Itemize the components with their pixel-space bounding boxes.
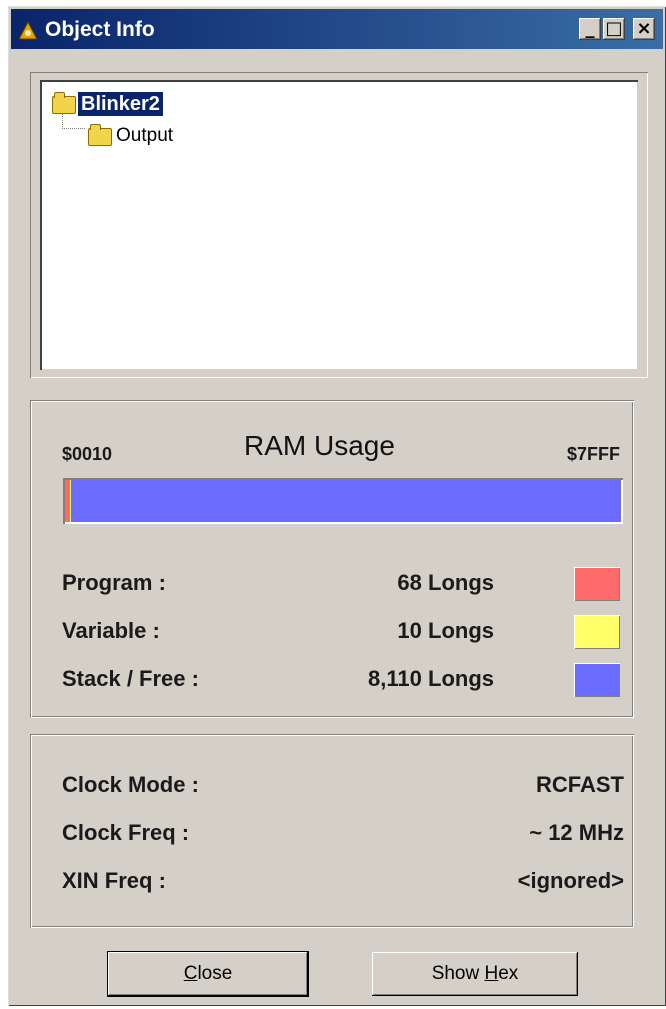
start-address: $0010 xyxy=(62,444,113,464)
clock-panel: Clock Mode : RCFAST Clock Freq : ~ 12 MH… xyxy=(30,734,634,928)
program-label: Program : xyxy=(62,570,166,595)
close-window-button[interactable]: × xyxy=(633,18,655,40)
window-title: Object Info xyxy=(45,18,155,41)
clock-freq-value: ~ 12 MHz xyxy=(529,820,624,845)
object-info-window: Object Info _ □ × Blinker2 Output $0010 … xyxy=(8,6,666,1006)
stack-free-value: 8,110 Longs xyxy=(368,666,494,691)
stack-free-label: Stack / Free : xyxy=(62,666,199,691)
object-tree-panel: Blinker2 Output xyxy=(30,72,648,378)
end-address: $7FFF xyxy=(566,444,620,464)
title-bar[interactable]: Object Info _ □ × xyxy=(11,9,663,49)
maximize-button[interactable]: □ xyxy=(603,18,625,40)
ram-usage-bar xyxy=(63,478,623,524)
xin-freq-value: <ignored> xyxy=(517,868,624,893)
close-button[interactable]: Close xyxy=(108,952,308,996)
program-value: 68 Longs xyxy=(397,570,494,595)
program-color-swatch xyxy=(574,567,620,601)
xin-freq-label: XIN Freq : xyxy=(62,868,166,893)
clock-freq-label: Clock Freq : xyxy=(62,820,190,845)
tree-connector xyxy=(62,114,85,129)
ram-usage-panel: $0010 RAM Usage $7FFF Program : 68 Longs… xyxy=(30,400,634,718)
clock-mode-value: RCFAST xyxy=(536,772,624,797)
folder-icon xyxy=(52,92,76,114)
show-hex-button[interactable]: Show Hex xyxy=(372,952,578,996)
tree-node-child[interactable]: Output xyxy=(116,124,173,148)
tree-node-root[interactable]: Blinker2 xyxy=(78,92,163,116)
minimize-button[interactable]: _ xyxy=(579,18,601,40)
stack-free-color-swatch xyxy=(574,663,620,697)
clock-mode-label: Clock Mode : xyxy=(62,772,199,797)
variable-label: Variable : xyxy=(62,618,160,643)
variable-segment xyxy=(70,480,71,522)
close-button-label: Close xyxy=(183,963,233,984)
folder-icon xyxy=(88,124,112,146)
object-tree[interactable]: Blinker2 Output xyxy=(40,80,638,370)
show-hex-button-label: Show Hex xyxy=(431,963,519,984)
ram-usage-title: RAM Usage xyxy=(244,430,395,461)
variable-color-swatch xyxy=(574,615,620,649)
propeller-app-icon xyxy=(18,20,38,40)
variable-value: 10 Longs xyxy=(397,618,494,643)
